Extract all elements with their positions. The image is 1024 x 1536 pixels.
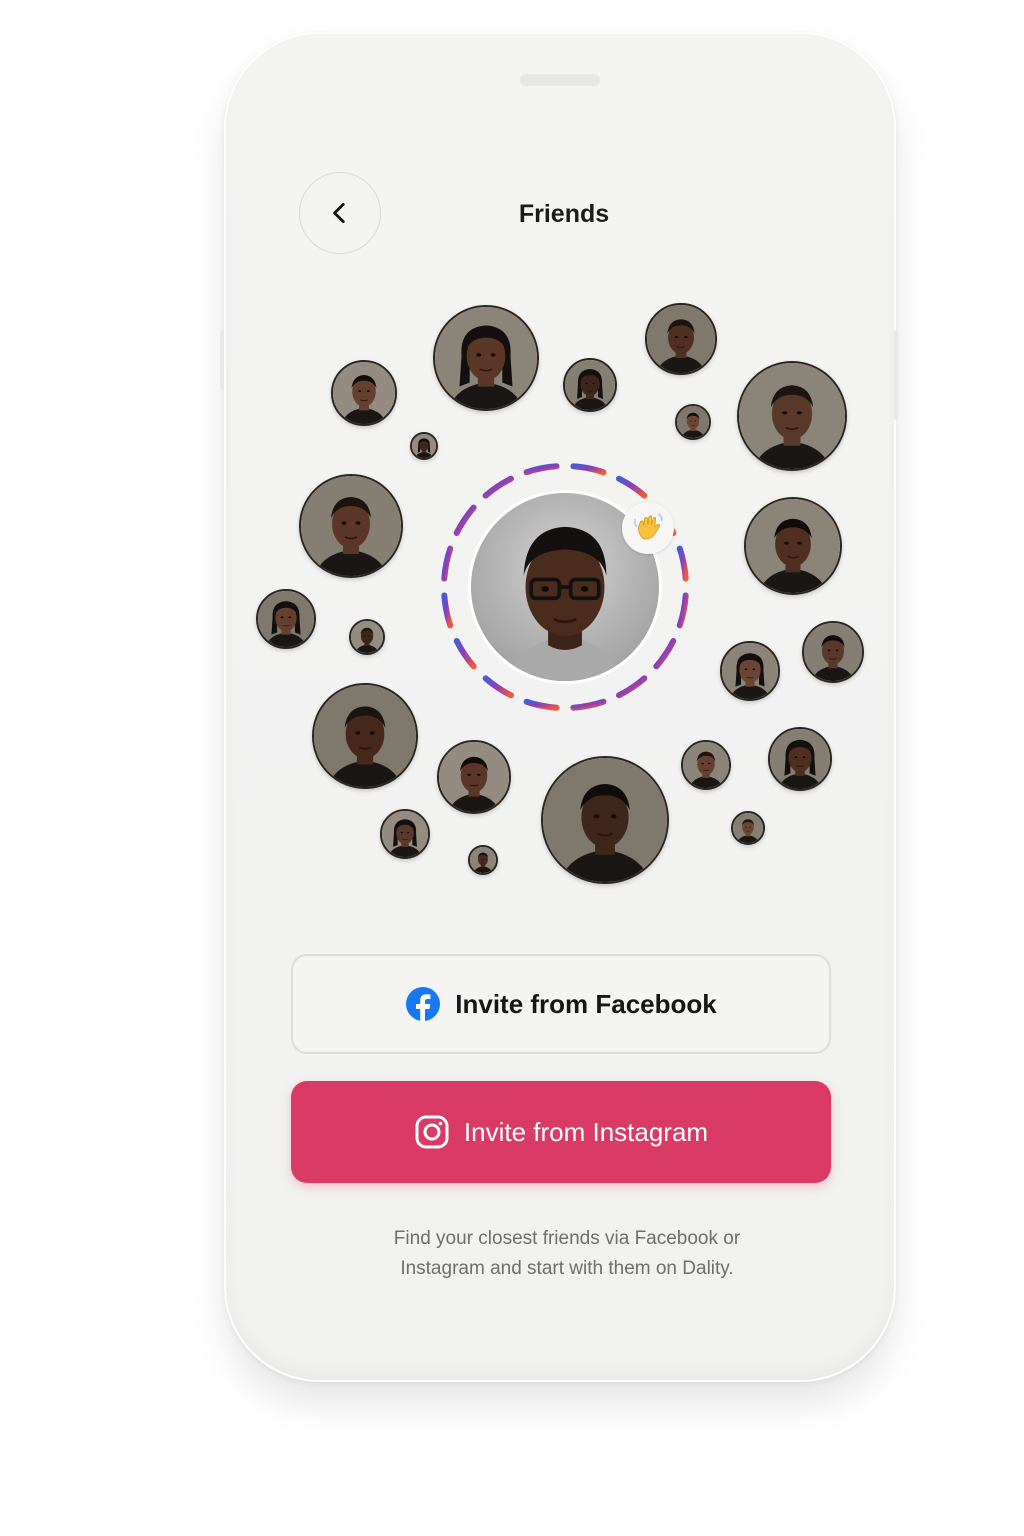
invite-facebook-button[interactable]: Invite from Facebook [291, 954, 831, 1054]
waving-hand-icon [634, 513, 663, 540]
friend-photo [683, 742, 729, 788]
phone-side-button [894, 330, 898, 420]
invite-facebook-label: Invite from Facebook [455, 988, 717, 1019]
friend-photo [677, 406, 709, 438]
story-ring-segment [453, 637, 477, 670]
friend-avatar[interactable] [744, 497, 842, 595]
story-ring-segment [523, 463, 560, 476]
helper-text: Find your closest friends via Facebook o… [324, 1224, 810, 1284]
friend-photo [470, 847, 496, 873]
friend-avatar[interactable] [563, 358, 617, 412]
story-ring-segment [523, 698, 560, 711]
friend-avatar[interactable] [331, 360, 397, 426]
invite-instagram-button[interactable]: Invite from Instagram [291, 1081, 831, 1183]
friend-photo [412, 434, 436, 458]
friend-photo [565, 360, 615, 410]
invite-instagram-label: Invite from Instagram [463, 1116, 709, 1147]
story-ring-segment [615, 675, 648, 699]
friend-photo [382, 811, 428, 857]
friend-avatar[interactable] [349, 619, 385, 655]
instagram-icon [414, 1114, 450, 1150]
friend-avatar[interactable] [256, 589, 316, 649]
friend-photo [314, 685, 416, 787]
friend-avatar[interactable] [437, 740, 511, 814]
phone-side-button [220, 330, 224, 390]
friend-photo [739, 363, 845, 469]
friend-avatar[interactable] [312, 683, 418, 789]
helper-text-line-2: Instagram and start with them on Dality. [400, 1258, 734, 1279]
friend-avatar[interactable] [675, 404, 711, 440]
friend-photo [439, 742, 509, 812]
friend-avatar[interactable] [802, 621, 864, 683]
friend-avatar[interactable] [299, 474, 403, 578]
friend-photo [543, 758, 667, 882]
story-ring-segment [570, 698, 607, 711]
friends-graph [224, 32, 896, 932]
story-ring-segment [441, 592, 454, 629]
friend-photo [333, 362, 395, 424]
friend-avatar[interactable] [468, 845, 498, 875]
friend-photo [733, 813, 763, 843]
friend-photo [351, 621, 383, 653]
friend-avatar[interactable] [645, 303, 717, 375]
friend-avatar[interactable] [541, 756, 669, 884]
story-ring-segment [615, 475, 648, 499]
friend-photo [258, 591, 314, 647]
story-ring-segment [676, 545, 689, 582]
story-ring-segment [482, 475, 515, 499]
friend-avatar[interactable] [768, 727, 832, 791]
wave-badge[interactable] [622, 502, 674, 554]
friend-photo [804, 623, 862, 681]
friend-avatar[interactable] [380, 809, 430, 859]
friend-avatar[interactable] [410, 432, 438, 460]
friend-photo [770, 729, 830, 789]
friend-photo [647, 305, 715, 373]
story-ring-segment [676, 592, 689, 629]
phone-frame: Friends Invite from Facebook Invite from… [224, 32, 896, 1382]
story-ring-segment [653, 637, 677, 670]
friend-avatar[interactable] [720, 641, 780, 701]
friend-avatar[interactable] [731, 811, 765, 845]
friend-photo [301, 476, 401, 576]
friend-photo [722, 643, 778, 699]
story-ring-segment [453, 504, 477, 537]
friend-avatar[interactable] [737, 361, 847, 471]
friend-avatar[interactable] [433, 305, 539, 411]
screen: Friends Invite from Facebook Invite from… [0, 0, 1024, 1536]
story-ring-segment [570, 463, 607, 476]
friend-photo [746, 499, 840, 593]
friend-photo [435, 307, 537, 409]
facebook-icon [405, 986, 441, 1022]
friend-avatar[interactable] [681, 740, 731, 790]
story-ring-segment [441, 545, 454, 582]
story-ring-segment [482, 675, 515, 699]
helper-text-line-1: Find your closest friends via Facebook o… [393, 1228, 741, 1249]
